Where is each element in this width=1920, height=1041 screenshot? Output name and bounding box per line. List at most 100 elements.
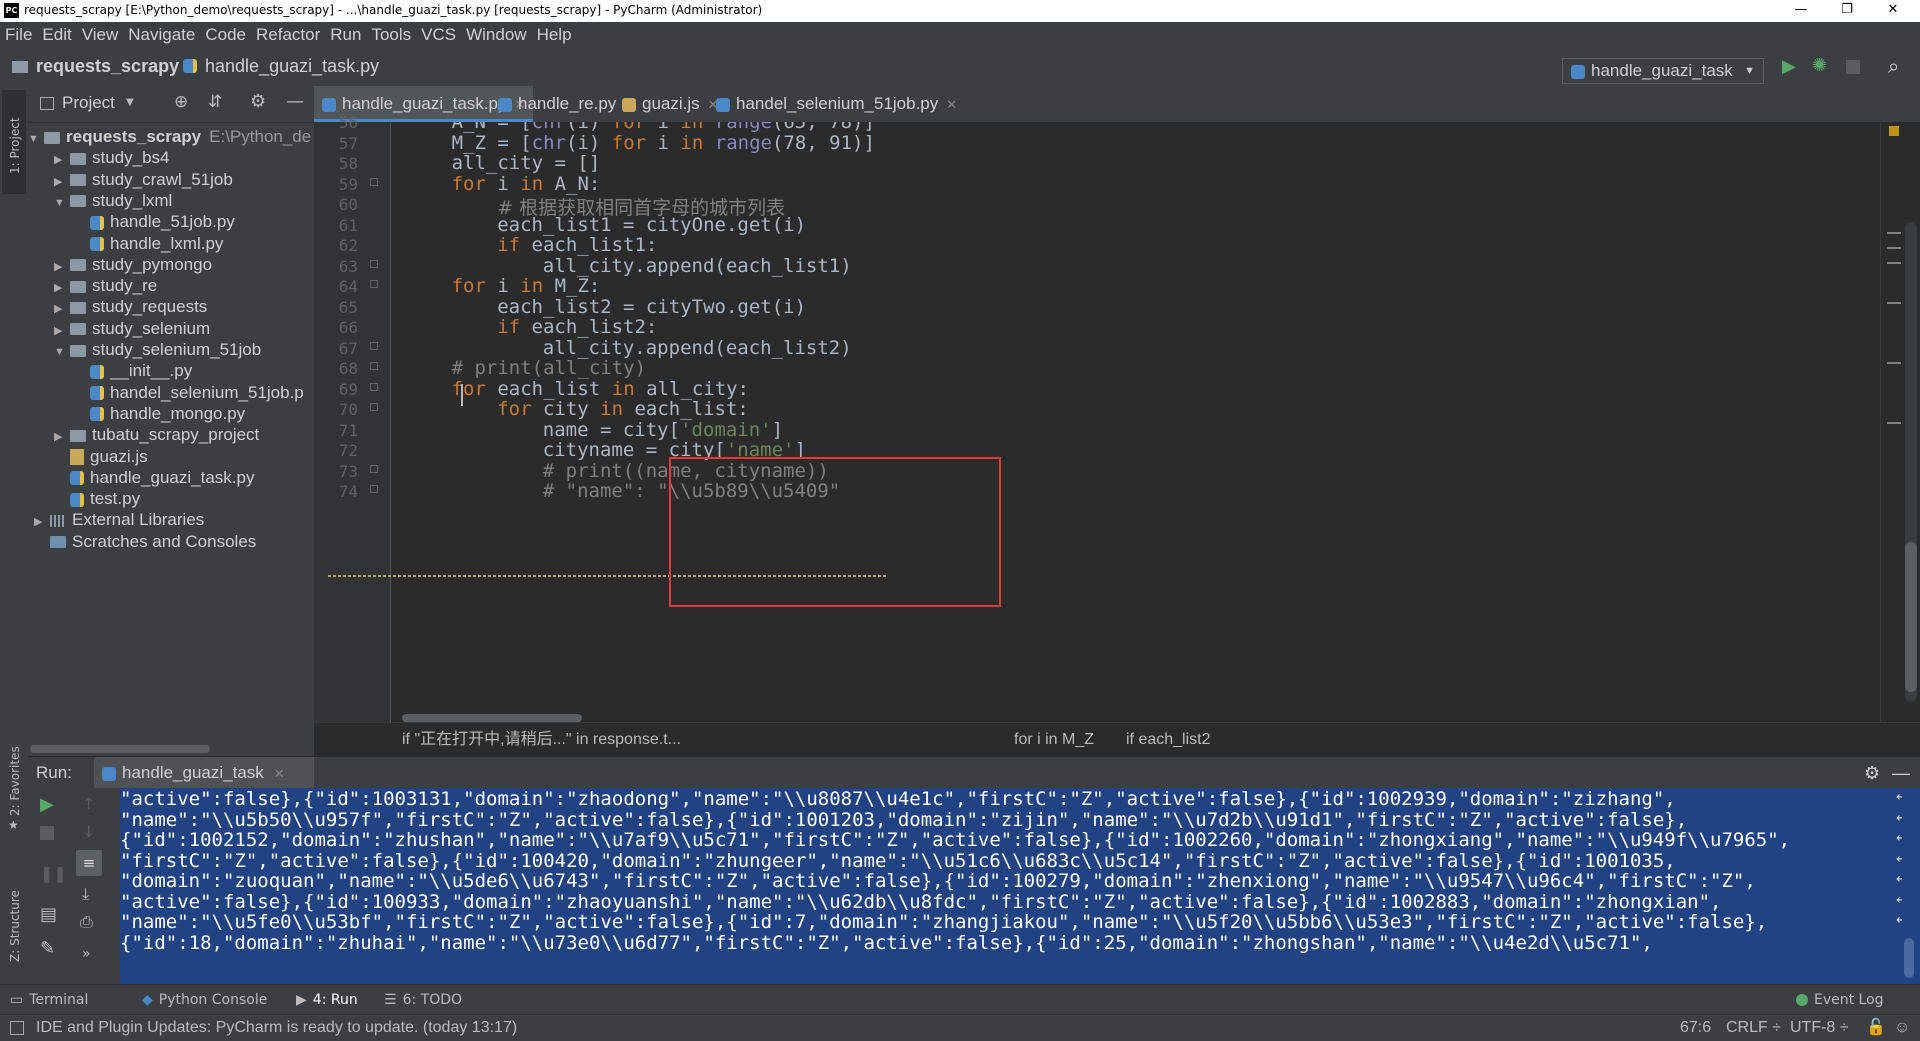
menu-item-refactor[interactable]: Refactor [251,22,325,48]
python-icon: ◆ [142,992,153,1008]
code-area[interactable]: A_N = [chr(i) for i in range(65, 78)] M_Z… [390,122,1880,722]
stop-icon[interactable] [1846,60,1860,74]
run-console-output[interactable]: "active":false},{"id":1003131,"domain":"… [120,788,1920,984]
minimize-button[interactable]: — [1778,0,1824,22]
status-message[interactable]: IDE and Plugin Updates: PyCharm is ready… [36,1015,517,1041]
arrow-down-icon[interactable]: ↓ [82,822,95,841]
menu-item-window[interactable]: Window [461,22,531,48]
search-icon[interactable]: ⌕ [1888,54,1899,78]
fold-marker-icon[interactable] [370,382,378,391]
editor-tab[interactable]: handel_selenium_51job.py ✕ [708,86,965,122]
code-line[interactable]: for i in M_Z: [452,275,601,297]
fold-marker-icon[interactable] [370,403,378,411]
locate-icon[interactable]: ⊕ [174,92,188,112]
close-icon[interactable]: ✕ [274,766,285,781]
breadcrumb-item[interactable]: if "正在打开中,请稍后..." in response.t... [402,723,681,757]
warning-indicator-icon[interactable] [1889,126,1899,136]
gear-icon[interactable]: ⚙ [1864,757,1880,789]
line-separator[interactable]: CRLF ÷ [1726,1015,1781,1041]
soft-wrap-icon[interactable]: ≡ [76,850,102,876]
favorites-tool-tab[interactable]: 2: Favorites ★ [2,746,26,836]
menu-item-edit[interactable]: Edit [37,22,76,48]
hide-panel-icon[interactable]: — [286,91,304,112]
code-line[interactable]: for each_list in all_city: [452,378,749,400]
menu-item-navigate[interactable]: Navigate [123,22,200,48]
rerun-icon[interactable]: ▶ [40,794,54,815]
code-line[interactable]: for i in A_N: [452,173,601,195]
menu-item-file[interactable]: File [0,22,37,48]
console-vscroll-thumb[interactable] [1904,938,1914,978]
fold-marker-icon[interactable] [370,362,378,370]
code-line[interactable]: # print(all_city) [452,357,646,379]
code-line[interactable]: M_Z = [chr(i) for i in range(78, 91)] [452,132,875,154]
breadcrumb-item[interactable]: for i in M_Z [1014,723,1094,757]
code-line[interactable]: all_city.append(each_list1) [543,255,852,277]
debug-icon[interactable]: ✺ [1812,55,1827,76]
hide-panel-icon[interactable]: — [1892,757,1910,789]
run-icon[interactable]: ▶ [1782,56,1796,77]
fold-marker-icon[interactable] [370,259,378,268]
gear-icon[interactable]: ⚙ [250,91,266,112]
project-hscroll-thumb[interactable] [30,745,210,753]
nav-file-crumb[interactable]: handle_guazi_task.py [205,56,379,77]
status-toggle-icon[interactable] [10,1021,24,1035]
caret-position[interactable]: 67:6 [1680,1015,1711,1041]
menu-item-help[interactable]: Help [532,22,577,48]
breadcrumb-item[interactable]: if each_list2 [1126,723,1211,757]
code-line[interactable]: each_list2 = cityTwo.get(i) [497,296,806,318]
code-line[interactable]: name = city['domain'] [543,419,783,441]
nav-project-crumb[interactable]: requests_scrapy [36,56,179,77]
stop-icon[interactable] [40,826,54,840]
layout-icon[interactable]: ▤ [40,904,57,925]
close-icon[interactable]: ✕ [946,97,957,112]
fold-marker-icon[interactable] [370,341,378,350]
code-line[interactable]: all_city.append(each_list2) [543,337,852,359]
bottom-tab[interactable]: ▶ 4: Run [296,985,358,1015]
bottom-tab[interactable]: ◆ Python Console [142,985,267,1015]
editor-hscroll-thumb[interactable] [402,714,582,722]
close-window-button[interactable]: ✕ [1870,0,1916,22]
pause-icon[interactable]: ❚❚ [40,864,67,883]
bottom-tab[interactable]: ▭ Terminal [10,985,88,1015]
expand-arrow-icon[interactable]: ▼ [54,190,70,216]
print-icon[interactable]: ⎙ [80,912,93,932]
chevron-down-icon[interactable]: ▼ [126,97,134,108]
code-line[interactable]: each_list1 = cityOne.get(i) [497,214,806,236]
arrow-up-icon[interactable]: ↑ [82,794,95,813]
lock-icon[interactable]: 🔓 [1866,1015,1886,1041]
tree-item[interactable]: Scratches and Consoles [34,529,256,555]
editor-vscroll-thumb[interactable] [1905,542,1917,692]
run-configuration-select[interactable]: handle_guazi_task ▼ [1562,58,1764,84]
project-tool-tab[interactable]: 1: Project [2,90,26,194]
expand-arrow-icon[interactable]: ▼ [54,339,70,365]
notifications-icon[interactable]: ☺ [1894,1015,1910,1041]
fold-marker-icon[interactable] [370,464,378,473]
expand-arrow-icon[interactable]: ▼ [28,126,44,152]
file-encoding[interactable]: UTF-8 ÷ [1790,1015,1849,1041]
menu-item-vcs[interactable]: VCS [416,22,461,48]
run-tab[interactable]: handle_guazi_task ✕ [94,757,314,789]
maximize-button[interactable]: ❐ [1824,0,1870,22]
project-panel-title[interactable]: Project [62,93,115,113]
code-line[interactable]: if each_list1: [497,234,657,256]
menu-item-run[interactable]: Run [325,22,366,48]
pin-icon[interactable]: ✎ [40,938,55,959]
code-editor[interactable]: 56 57 58 59 60 61 62 63 64 65 66 67 68 69 70 71 72 73 74 A… [314,113,1920,722]
code-line[interactable]: for city in each_list: [497,398,749,420]
fold-marker-icon[interactable] [370,280,378,288]
structure-tool-tab[interactable]: Z: Structure [2,876,26,976]
collapse-all-icon[interactable]: ⇵ [208,92,222,112]
menu-item-view[interactable]: View [77,22,124,48]
bottom-tab[interactable]: ☰ 6: TODO [384,985,462,1015]
code-line[interactable]: all_city = [] [452,152,601,174]
more-icon[interactable]: » [82,946,91,962]
code-line[interactable]: if each_list2: [497,316,657,338]
menu-item-tools[interactable]: Tools [366,22,416,48]
line-number: 65 [338,297,358,317]
fold-marker-icon[interactable] [370,485,378,493]
fold-marker-icon[interactable] [370,177,378,186]
menu-item-code[interactable]: Code [200,22,251,48]
event-log-button[interactable]: Event Log [1796,985,1884,1015]
tree-item-label: study_pymongo [92,254,213,274]
scroll-to-end-icon[interactable]: ⤓ [82,884,89,904]
